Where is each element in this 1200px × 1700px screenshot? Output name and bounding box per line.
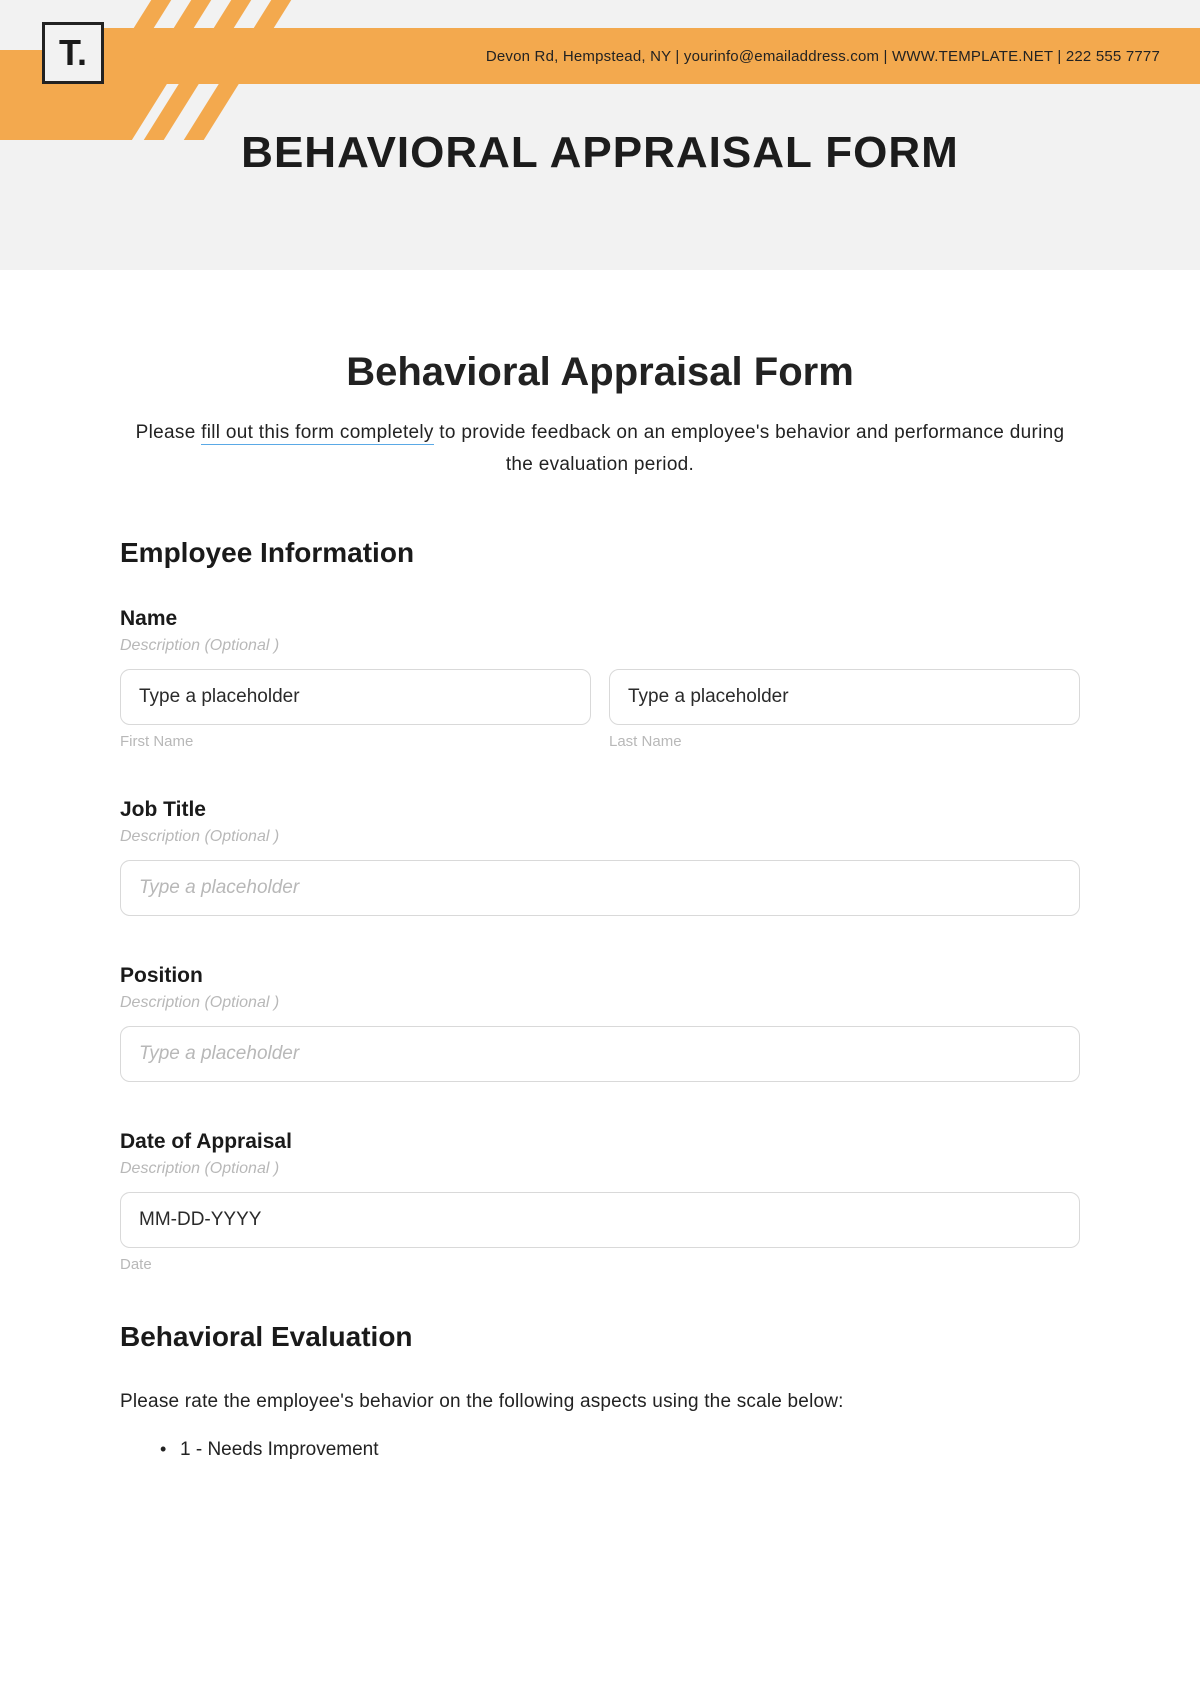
header-banner: Devon Rd, Hempstead, NY | yourinfo@email… [0, 0, 1200, 270]
date-input[interactable] [120, 1192, 1080, 1248]
field-name: Name Description (Optional ) First Name … [120, 607, 1080, 750]
contact-text: Devon Rd, Hempstead, NY | yourinfo@email… [486, 48, 1160, 65]
section-behavioral-evaluation: Behavioral Evaluation [120, 1321, 1080, 1353]
job-title-label: Job Title [120, 798, 1080, 822]
name-label: Name [120, 607, 1080, 631]
form-intro: Please fill out this form completely to … [120, 417, 1080, 482]
position-input[interactable] [120, 1026, 1080, 1082]
last-name-sublabel: Last Name [609, 733, 1080, 750]
section-employee-info: Employee Information [120, 537, 1080, 569]
evaluation-intro: Please rate the employee's behavior on t… [120, 1391, 1080, 1413]
first-name-sublabel: First Name [120, 733, 591, 750]
banner-title: BEHAVIORAL APPRAISAL FORM [0, 128, 1200, 178]
job-title-input[interactable] [120, 860, 1080, 916]
first-name-input[interactable] [120, 669, 591, 725]
position-description: Description (Optional ) [120, 994, 1080, 1012]
field-job-title: Job Title Description (Optional ) [120, 798, 1080, 916]
date-sublabel: Date [120, 1256, 1080, 1273]
logo: T. [42, 22, 104, 84]
rating-scale-list: 1 - Needs Improvement [120, 1439, 1080, 1461]
intro-prefix: Please [136, 422, 201, 443]
date-label: Date of Appraisal [120, 1130, 1080, 1154]
intro-link[interactable]: fill out this form completely [201, 422, 434, 445]
form-title: Behavioral Appraisal Form [120, 350, 1080, 395]
scale-item: 1 - Needs Improvement [180, 1439, 1080, 1461]
logo-text: T. [59, 32, 87, 74]
last-name-input[interactable] [609, 669, 1080, 725]
field-date-appraisal: Date of Appraisal Description (Optional … [120, 1130, 1080, 1273]
date-description: Description (Optional ) [120, 1160, 1080, 1178]
job-title-description: Description (Optional ) [120, 828, 1080, 846]
contact-bar: Devon Rd, Hempstead, NY | yourinfo@email… [100, 28, 1200, 84]
intro-suffix: to provide feedback on an employee's beh… [434, 422, 1065, 475]
name-description: Description (Optional ) [120, 637, 1080, 655]
field-position: Position Description (Optional ) [120, 964, 1080, 1082]
position-label: Position [120, 964, 1080, 988]
form-content: Behavioral Appraisal Form Please fill ou… [0, 270, 1200, 1511]
